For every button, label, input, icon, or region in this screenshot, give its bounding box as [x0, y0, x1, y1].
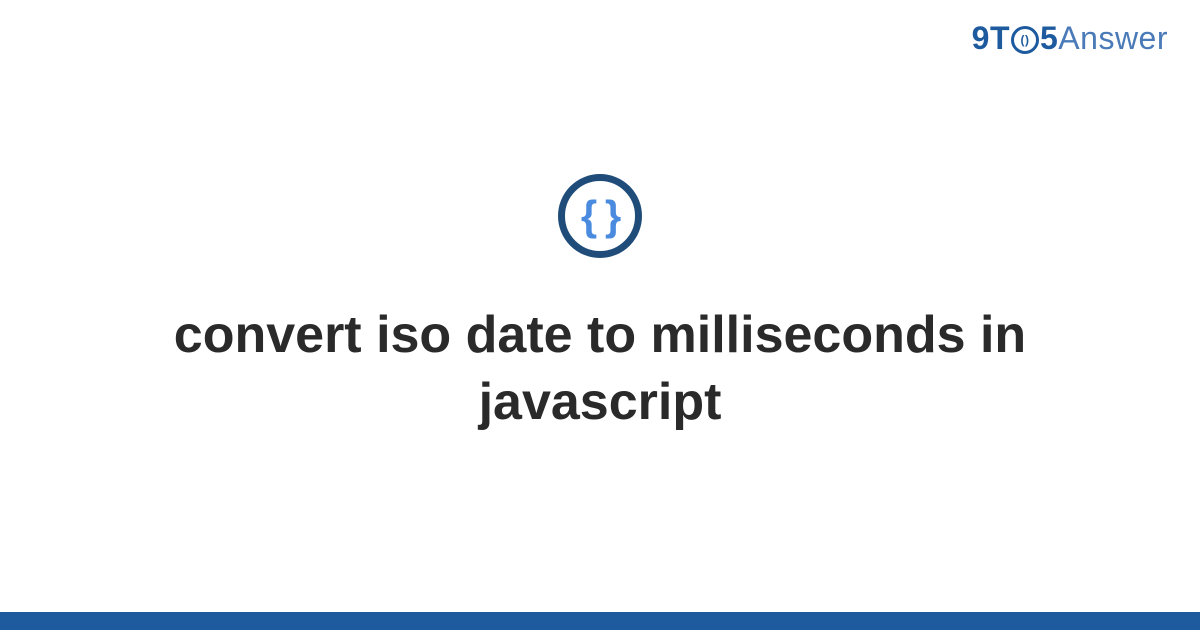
- braces-glyph: { }: [581, 195, 619, 237]
- code-braces-icon: { }: [558, 174, 642, 258]
- main-content: { } convert iso date to milliseconds in …: [0, 0, 1200, 630]
- page-title: convert iso date to milliseconds in java…: [100, 302, 1100, 435]
- footer-accent-bar: [0, 612, 1200, 630]
- category-icon-wrapper: { }: [558, 174, 642, 258]
